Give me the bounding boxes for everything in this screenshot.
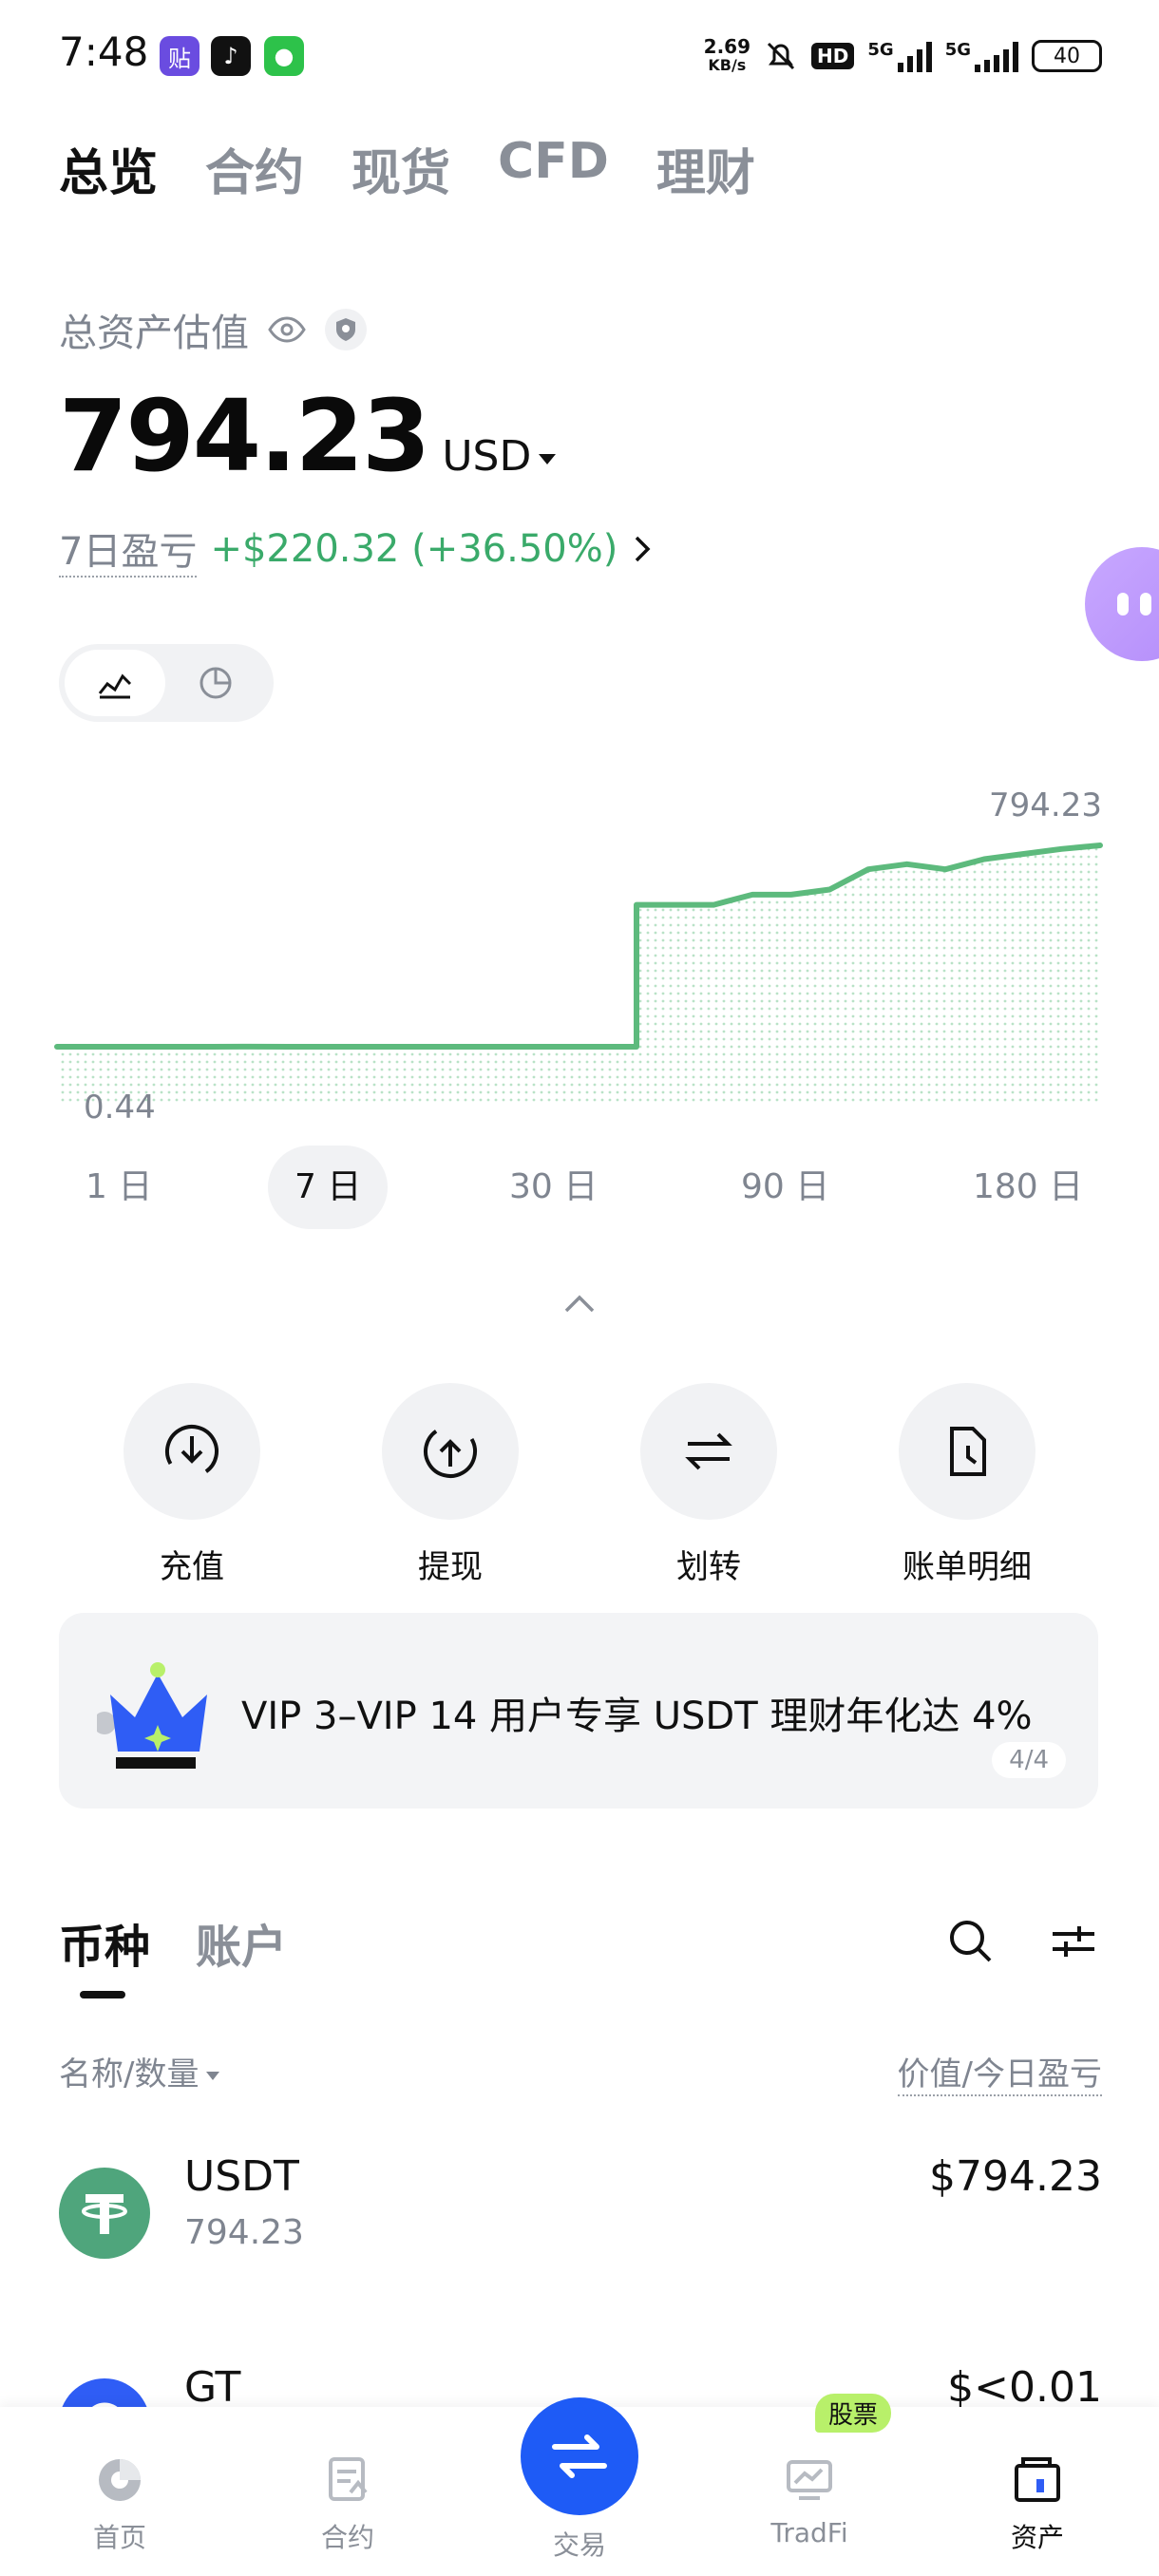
deposit-icon	[165, 1425, 218, 1478]
status-time: 7:48	[59, 28, 149, 75]
pnl-row[interactable]: 7日盈亏 +$220.32 (+36.50%)	[59, 521, 654, 578]
stock-badge: 股票	[815, 2394, 892, 2433]
pie-chart-toggle[interactable]	[165, 650, 266, 716]
wechat-app-icon: ●	[264, 36, 304, 76]
bottom-nav: 首页 合约 交易 TradFi 股票 资产	[0, 2394, 1159, 2576]
list-item[interactable]: USDT 794.23 $794.23	[59, 2152, 1102, 2304]
promo-banner[interactable]: VIP 3–VIP 14 用户专享 USDT 理财年化达 4% 4/4	[59, 1613, 1098, 1809]
range-selector: 1 日 7 日 30 日 90 日 180 日	[0, 1146, 1159, 1229]
tab-cfd[interactable]: CFD	[498, 133, 609, 204]
top-tabs: 总览 合约 现货 CFD 理财	[59, 133, 755, 204]
line-chart-toggle[interactable]	[65, 650, 165, 716]
tab-spot[interactable]: 现货	[352, 133, 450, 204]
chart-toggle	[59, 644, 274, 722]
transfer-button[interactable]: 划转	[633, 1383, 785, 1587]
asset-list-tabs: 币种 账户	[59, 1909, 287, 1998]
filter-icon[interactable]	[1047, 1915, 1100, 1968]
coin-value: $<0.01	[947, 2363, 1102, 2412]
asset-line-chart	[54, 843, 1103, 1102]
banner-text: VIP 3–VIP 14 用户专享 USDT 理财年化达 4%	[241, 1695, 1033, 1738]
home-icon	[99, 2459, 141, 2501]
value-pnl-header[interactable]: 价值/今日盈亏	[897, 2048, 1102, 2096]
vip-crown-icon	[97, 1662, 207, 1769]
currency-selector[interactable]: USD	[442, 432, 557, 481]
pnl-label: 7日盈亏	[59, 521, 198, 578]
asset-label-row: 总资产估值	[59, 302, 367, 357]
network-speed: 2.69 KB/s	[703, 35, 751, 74]
range-7d[interactable]: 7 日	[268, 1146, 389, 1229]
tiktok-app-icon: ♪	[211, 36, 251, 76]
wallet-icon	[1015, 2457, 1060, 2502]
caret-down-icon	[206, 2072, 220, 2080]
futures-icon	[329, 2457, 368, 2501]
banner-page-indicator: 4/4	[992, 1742, 1066, 1778]
chart-area-fill	[57, 845, 1100, 1102]
search-icon[interactable]	[944, 1915, 998, 1968]
pie-chart-icon	[200, 667, 232, 699]
tab-futures[interactable]: 合约	[205, 133, 304, 204]
battery-icon: 40	[1032, 40, 1102, 72]
coin-name: USDT	[184, 2152, 299, 2201]
coin-name: GT	[184, 2363, 241, 2412]
transfer-icon	[685, 1432, 732, 1470]
range-1d[interactable]: 1 日	[59, 1146, 179, 1229]
nav-assets[interactable]: 资产	[961, 2407, 1113, 2555]
nav-trade-label: 交易	[552, 2529, 606, 2561]
total-balance: 794.23	[59, 378, 430, 494]
total-assets-label: 总资产估值	[59, 312, 249, 355]
hd-icon: HD	[811, 43, 855, 69]
eye-icon[interactable]	[266, 309, 308, 350]
coin-quantity: 794.23	[184, 2213, 304, 2252]
status-bar: 7:48 贴 ♪ ● 2.69 KB/s HD 5G 5G 40	[0, 0, 1159, 112]
balance-row: 794.23 USD	[59, 378, 557, 494]
trade-button[interactable]	[521, 2397, 638, 2515]
line-chart-icon	[98, 673, 132, 699]
shield-icon[interactable]	[325, 309, 367, 350]
nav-futures[interactable]: 合约	[272, 2407, 424, 2555]
chevron-right-icon	[636, 536, 651, 562]
nav-home[interactable]: 首页	[44, 2407, 196, 2555]
signal-icon: 5G	[867, 40, 932, 72]
withdraw-button[interactable]: 提现	[374, 1383, 526, 1587]
pnl-value: +$220.32 (+36.50%)	[210, 527, 618, 571]
usdt-icon	[59, 2168, 150, 2259]
sort-by-name[interactable]: 名称/数量	[59, 2048, 220, 2094]
deposit-button[interactable]: 充值	[116, 1383, 268, 1587]
range-90d[interactable]: 90 日	[714, 1146, 856, 1229]
tab-accounts[interactable]: 账户	[196, 1909, 287, 1976]
withdraw-icon	[424, 1425, 477, 1478]
tab-earn[interactable]: 理财	[656, 133, 755, 204]
chart-min-label: 0.44	[84, 1089, 156, 1127]
coin-value: $794.23	[929, 2152, 1102, 2201]
tab-overview[interactable]: 总览	[59, 133, 158, 204]
mute-bell-icon	[767, 42, 795, 70]
swap-icon	[552, 2434, 607, 2478]
range-180d[interactable]: 180 日	[946, 1146, 1110, 1229]
caret-down-icon	[539, 453, 557, 464]
chevron-up-icon[interactable]	[562, 1292, 597, 1315]
tab-coins[interactable]: 币种	[59, 1909, 150, 1998]
bill-icon	[950, 1427, 986, 1476]
tradfi-icon	[787, 2460, 832, 2500]
signal-icon-2: 5G	[945, 40, 1018, 72]
bill-details-button[interactable]: 账单明细	[891, 1383, 1043, 1587]
range-30d[interactable]: 30 日	[483, 1146, 624, 1229]
tieba-app-icon: 贴	[160, 36, 200, 76]
assistant-bot-button[interactable]	[1085, 547, 1159, 661]
